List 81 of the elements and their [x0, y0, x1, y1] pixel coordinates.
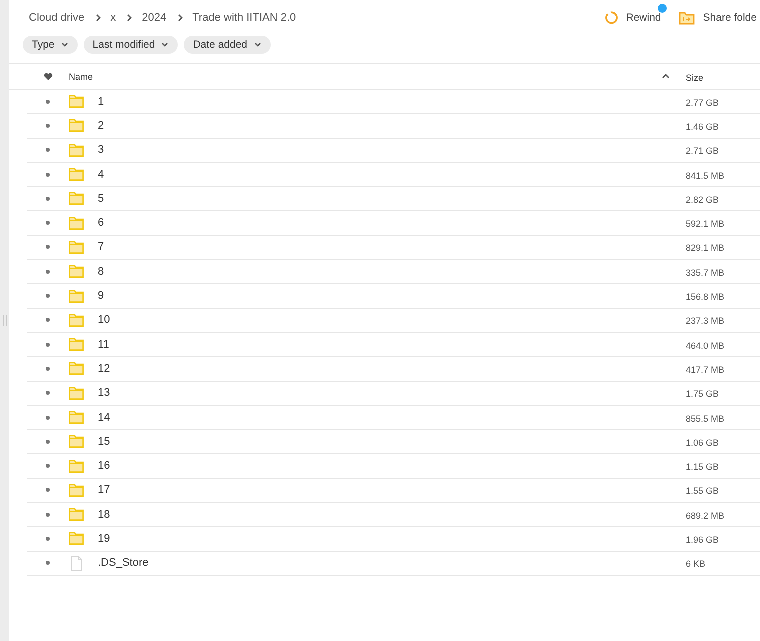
file-size: 829.1 MB	[686, 243, 725, 254]
column-header[interactable]: Name	[69, 72, 94, 82]
folder-icon	[69, 484, 84, 497]
file-size: 1.75 GB	[686, 389, 720, 400]
folder-icon	[69, 290, 84, 303]
folder-icon	[69, 192, 84, 206]
file-name[interactable]: 13	[98, 387, 110, 400]
filter-dropdown[interactable]: Type	[23, 36, 78, 54]
file-size: 2.77 GB	[686, 98, 720, 108]
file-size: 1.96 GB	[686, 534, 720, 545]
file-name[interactable]: 10	[98, 314, 110, 326]
folder-icon	[69, 386, 84, 400]
folder-icon	[69, 314, 84, 327]
folder-icon	[69, 119, 84, 132]
file-size: 2.71 GB	[686, 146, 720, 156]
filter-dropdown[interactable]: Last modified	[84, 36, 178, 54]
file-name[interactable]: 5	[98, 192, 104, 205]
file-name[interactable]: 15	[98, 436, 110, 448]
chevron-down-icon	[254, 42, 262, 48]
file-icon	[69, 556, 84, 571]
breadcrumb-link[interactable]: Trade with IITIAN 2.0	[192, 12, 296, 24]
file-size: 156.8 MB	[686, 292, 725, 302]
rewind-button[interactable]: Rewind	[604, 11, 662, 25]
file-name[interactable]: .DS_Store	[98, 557, 149, 570]
file-name[interactable]: 18	[98, 508, 110, 521]
heart-icon	[44, 72, 52, 80]
folder-icon	[69, 435, 84, 448]
folder-icon	[69, 508, 84, 522]
folder-icon	[69, 240, 84, 254]
file-name[interactable]: 8	[98, 266, 104, 278]
file-name[interactable]: 1	[98, 96, 104, 108]
file-size: 841.5 MB	[686, 170, 725, 181]
file-name[interactable]: 14	[98, 412, 110, 424]
folder-share-icon	[679, 11, 696, 25]
share-folder-button[interactable]: Share folde	[679, 11, 757, 25]
folder-icon	[69, 95, 84, 108]
file-size: 6 KB	[686, 559, 706, 570]
folder-icon	[69, 362, 84, 376]
file-size: 1.46 GB	[686, 122, 720, 132]
folder-icon	[69, 265, 84, 278]
breadcrumb-link[interactable]: 2024	[142, 12, 167, 24]
file-size: 464.0 MB	[686, 340, 725, 351]
file-size: 1.06 GB	[686, 438, 720, 448]
file-name[interactable]: 17	[98, 484, 110, 496]
folder-icon	[69, 411, 84, 424]
file-size: 2.82 GB	[686, 194, 720, 205]
folder-icon	[69, 338, 84, 352]
file-size: 417.7 MB	[686, 364, 725, 375]
file-name[interactable]: 11	[98, 338, 110, 351]
folder-icon	[69, 460, 84, 473]
file-name[interactable]: 2	[98, 120, 104, 132]
file-name[interactable]: 12	[98, 362, 110, 375]
file-name[interactable]: 9	[98, 290, 104, 302]
chevron-down-icon	[60, 42, 69, 48]
file-name[interactable]: 6	[98, 217, 104, 230]
file-size: 1.55 GB	[686, 486, 720, 496]
file-size: 1.15 GB	[686, 462, 720, 472]
file-name[interactable]: 19	[98, 532, 110, 545]
rewind-icon	[604, 11, 618, 25]
file-size: 855.5 MB	[686, 414, 725, 424]
file-name[interactable]: 16	[98, 460, 110, 472]
file-name[interactable]: 3	[98, 144, 104, 156]
chevron-right-icon	[125, 13, 134, 23]
breadcrumb-link[interactable]: x	[110, 12, 116, 24]
chevron-right-icon	[94, 13, 102, 23]
file-size: 689.2 MB	[686, 510, 725, 521]
folder-icon	[69, 216, 84, 230]
chevron-right-icon	[176, 13, 184, 23]
folder-icon	[69, 168, 84, 182]
file-size: 237.3 MB	[686, 316, 725, 326]
file-name[interactable]: 7	[98, 241, 104, 254]
file-size: 335.7 MB	[686, 268, 725, 278]
folder-icon	[69, 144, 84, 157]
file-size: 592.1 MB	[686, 219, 725, 230]
chevron-down-icon	[161, 42, 170, 48]
column-header[interactable]: Size	[686, 72, 704, 82]
filter-dropdown[interactable]: Date added	[184, 36, 271, 54]
file-name[interactable]: 4	[98, 168, 104, 181]
breadcrumb-link[interactable]: Cloud drive	[29, 12, 85, 24]
resize-handle[interactable]	[2, 315, 6, 326]
folder-icon	[69, 532, 84, 546]
